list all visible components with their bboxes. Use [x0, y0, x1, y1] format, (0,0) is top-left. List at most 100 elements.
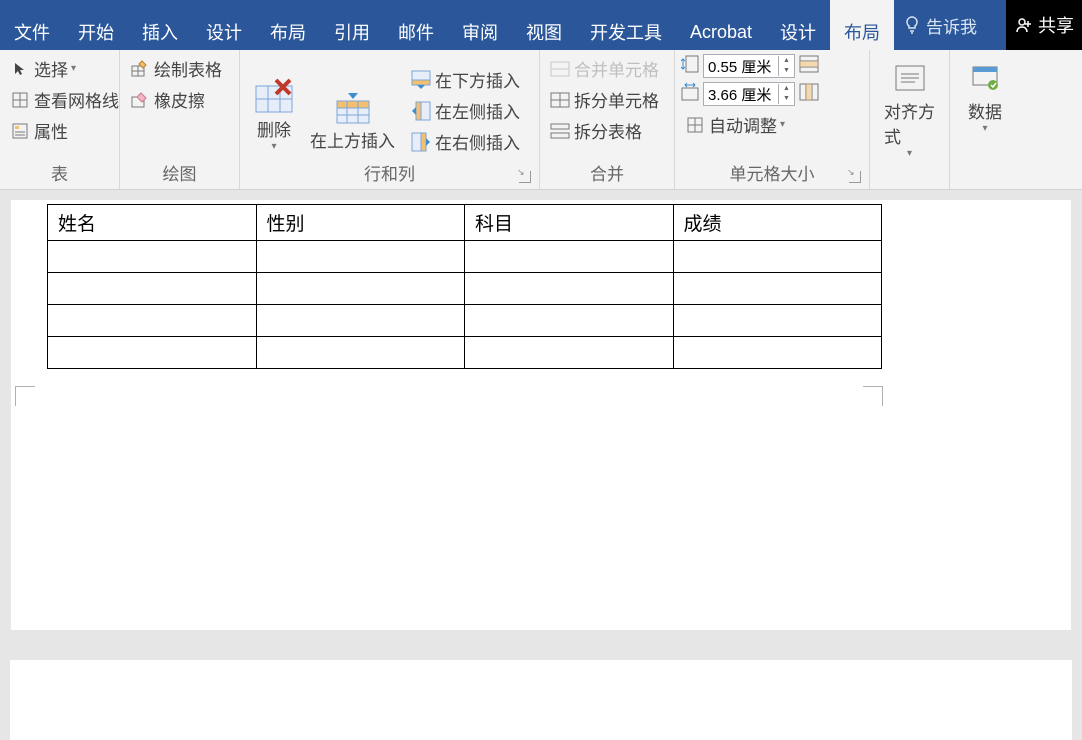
insert-right-button[interactable]: 在右侧插入: [407, 127, 524, 156]
tab-home[interactable]: 开始: [64, 0, 128, 50]
insert-below-button[interactable]: 在下方插入: [407, 65, 524, 94]
table-cell[interactable]: [673, 241, 882, 273]
insert-left-button[interactable]: 在左侧插入: [407, 96, 524, 125]
tab-table-design[interactable]: 设计: [766, 0, 830, 50]
draw-table-label: 绘制表格: [154, 56, 222, 81]
tab-file[interactable]: 文件: [0, 0, 64, 50]
autofit-icon: [685, 115, 705, 135]
table-cell[interactable]: [465, 273, 674, 305]
row-height-field[interactable]: [704, 58, 778, 75]
split-cells-label: 拆分单元格: [574, 87, 659, 112]
tab-insert[interactable]: 插入: [128, 0, 192, 50]
tab-acrobat[interactable]: Acrobat: [676, 0, 766, 50]
select-label: 选择: [34, 56, 68, 81]
table-cell[interactable]: [673, 305, 882, 337]
document-area: 姓名 性别 科目 成绩: [0, 190, 1082, 630]
tab-design[interactable]: 设计: [192, 0, 256, 50]
tab-references[interactable]: 引用: [320, 0, 384, 50]
tab-table-layout[interactable]: 布局: [830, 0, 894, 50]
split-cells-icon: [550, 90, 570, 110]
insert-right-label: 在右侧插入: [435, 129, 520, 154]
table-row: [48, 337, 882, 369]
draw-table-button[interactable]: 绘制表格: [126, 54, 226, 83]
data-button[interactable]: 数据 ▾: [957, 54, 1013, 138]
tab-layout[interactable]: 布局: [256, 0, 320, 50]
merge-cells-label: 合并单元格: [574, 56, 659, 81]
tell-me-label: 告诉我: [926, 13, 977, 38]
insert-left-label: 在左侧插入: [435, 98, 520, 123]
table-row: [48, 241, 882, 273]
tab-developer[interactable]: 开发工具: [576, 0, 676, 50]
group-rows-cols-label: 行和列: [246, 156, 533, 189]
table-cell[interactable]: [465, 241, 674, 273]
tell-me-search[interactable]: 告诉我: [894, 0, 987, 50]
table-header-cell[interactable]: 科目: [465, 205, 674, 241]
table-cell[interactable]: [48, 305, 257, 337]
margin-corner-icon: [863, 386, 883, 406]
dialog-launcher-icon[interactable]: [849, 171, 861, 183]
group-merge-label: 合并: [546, 156, 668, 189]
autofit-button[interactable]: 自动调整: [681, 110, 819, 139]
gridlines-icon: [10, 90, 30, 110]
table-cell[interactable]: [256, 305, 465, 337]
table-cell[interactable]: [465, 305, 674, 337]
dropdown-arrow-icon: ▾: [271, 141, 276, 152]
view-gridlines-button[interactable]: 查看网格线: [6, 85, 123, 114]
tab-review[interactable]: 审阅: [448, 0, 512, 50]
tab-mailings[interactable]: 邮件: [384, 0, 448, 50]
table-cell[interactable]: [673, 337, 882, 369]
insert-above-button[interactable]: 在上方插入: [302, 83, 403, 156]
insert-left-icon: [411, 101, 431, 121]
col-width-icon: [681, 83, 699, 106]
table-cell[interactable]: [48, 273, 257, 305]
ribbon: 选择 查看网格线 属性 表 绘制表格: [0, 50, 1082, 190]
data-icon: [965, 58, 1005, 98]
table-row: 姓名 性别 科目 成绩: [48, 205, 882, 241]
alignment-label: 对齐方式: [884, 98, 935, 148]
split-cells-button[interactable]: 拆分单元格: [546, 85, 663, 114]
split-table-label: 拆分表格: [574, 118, 642, 143]
alignment-button[interactable]: 对齐方式 ▾: [876, 54, 943, 163]
table-cell[interactable]: [673, 273, 882, 305]
delete-button[interactable]: 删除 ▾: [246, 72, 302, 156]
distribute-rows-icon[interactable]: [799, 55, 819, 78]
table-cell[interactable]: [256, 241, 465, 273]
group-alignment: 对齐方式 ▾ .: [870, 50, 950, 189]
col-width-input[interactable]: ▲▼: [703, 82, 795, 106]
distribute-cols-icon[interactable]: [799, 83, 819, 106]
share-button[interactable]: 共享: [1006, 0, 1082, 50]
document-page[interactable]: 姓名 性别 科目 成绩: [11, 200, 1071, 630]
table-header-cell[interactable]: 性别: [256, 205, 465, 241]
split-table-button[interactable]: 拆分表格: [546, 116, 663, 145]
select-button[interactable]: 选择: [6, 54, 123, 83]
margin-corner-icon: [15, 386, 35, 406]
spin-down-icon[interactable]: ▼: [778, 94, 794, 104]
col-width-field[interactable]: [704, 86, 778, 103]
table-header-cell[interactable]: 姓名: [48, 205, 257, 241]
properties-button[interactable]: 属性: [6, 116, 123, 145]
lightbulb-icon: [904, 15, 920, 35]
spin-up-icon[interactable]: ▲: [778, 56, 794, 66]
properties-label: 属性: [34, 118, 68, 143]
eraser-button[interactable]: 橡皮擦: [126, 85, 226, 114]
table-cell[interactable]: [256, 337, 465, 369]
next-page[interactable]: [10, 660, 1072, 740]
row-height-input[interactable]: ▲▼: [703, 54, 795, 78]
table-header-cell[interactable]: 成绩: [673, 205, 882, 241]
document-table[interactable]: 姓名 性别 科目 成绩: [47, 204, 882, 369]
group-draw: 绘制表格 橡皮擦 绘图: [120, 50, 240, 189]
group-rows-cols: 删除 ▾ 在上方插入 在下方插入 在左侧插: [240, 50, 540, 189]
spin-up-icon[interactable]: ▲: [778, 84, 794, 94]
dialog-launcher-icon[interactable]: [519, 171, 531, 183]
tab-view[interactable]: 视图: [512, 0, 576, 50]
group-cell-size: ▲▼ ▲▼ 自动调整 单元格大小: [675, 50, 870, 189]
split-table-icon: [550, 121, 570, 141]
table-cell[interactable]: [48, 337, 257, 369]
table-cell[interactable]: [48, 241, 257, 273]
table-cell[interactable]: [465, 337, 674, 369]
group-table-label: 表: [6, 156, 113, 189]
spin-down-icon[interactable]: ▼: [778, 66, 794, 76]
insert-above-icon: [333, 87, 373, 127]
alignment-icon: [890, 58, 930, 98]
table-cell[interactable]: [256, 273, 465, 305]
